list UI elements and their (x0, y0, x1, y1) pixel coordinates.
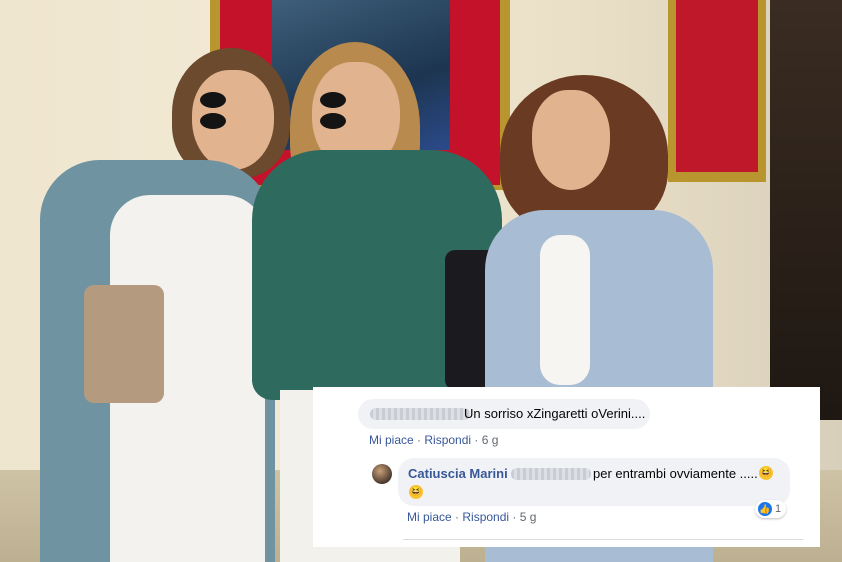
reply-bubble: Catiuscia Marini per entrambi ovviamente… (398, 458, 790, 506)
laughing-emoji-icon: 😆 (759, 466, 773, 480)
reply-actions: Mi piace · Rispondi · 5 g (407, 510, 537, 524)
like-thumb-icon: 👍 (758, 502, 772, 517)
reply-link[interactable]: Rispondi (462, 510, 509, 524)
doorway (770, 0, 842, 420)
like-link[interactable]: Mi piace (407, 510, 452, 524)
divider (403, 539, 803, 540)
comment-thread: Un sorriso xZingaretti oVerini.... Mi pi… (313, 387, 820, 547)
reaction-count[interactable]: 👍 1 (755, 500, 787, 518)
redacted-mention (511, 468, 591, 480)
reply-author[interactable]: Catiuscia Marini (408, 466, 508, 481)
comment-actions: Mi piace · Rispondi · 6 g (369, 433, 499, 447)
laughing-emoji-icon: 😆 (409, 485, 423, 499)
comment-time[interactable]: 6 g (482, 433, 499, 447)
comment-bubble: Un sorriso xZingaretti oVerini.... (358, 399, 650, 429)
comment-text: Un sorriso xZingaretti oVerini.... (464, 406, 646, 421)
like-link[interactable]: Mi piace (369, 433, 414, 447)
reply-link[interactable]: Rispondi (424, 433, 471, 447)
avatar[interactable] (372, 464, 392, 484)
redacted-author-name (370, 408, 470, 420)
comment-time[interactable]: 5 g (520, 510, 537, 524)
reply-text: per entrambi ovviamente ..... (593, 466, 758, 481)
wall-frame-panel (676, 0, 758, 172)
